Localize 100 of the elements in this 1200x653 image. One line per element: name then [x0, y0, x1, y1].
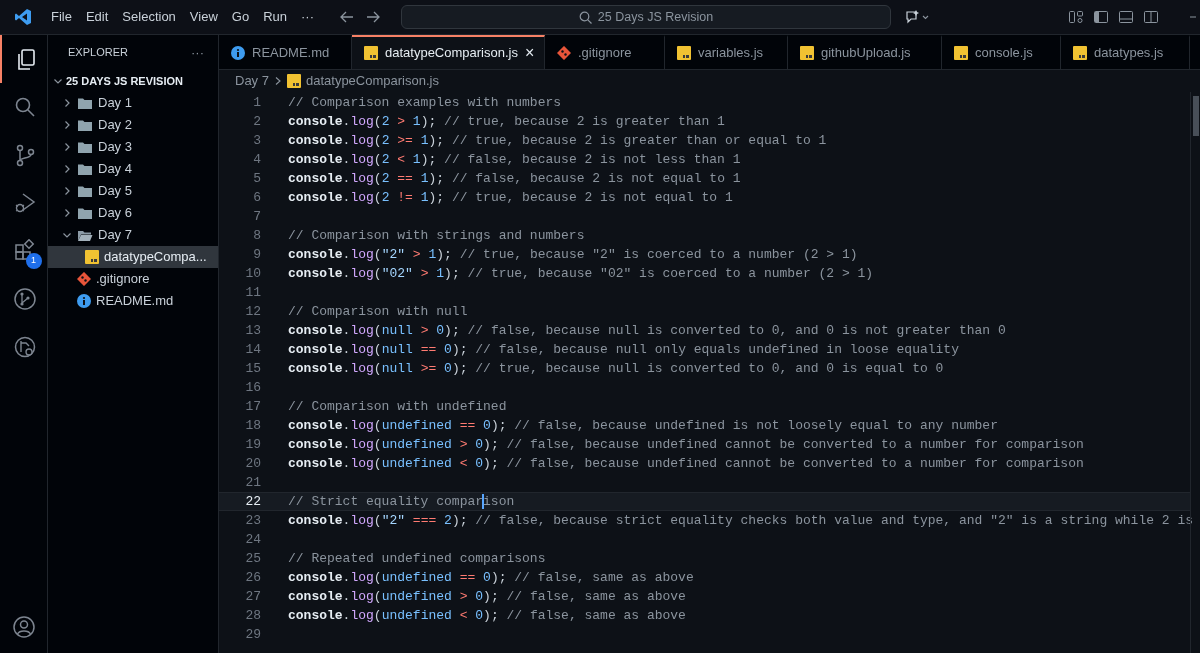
menu-item[interactable]: Go: [224, 5, 257, 29]
toggle-secondary-sidebar-icon[interactable]: [1143, 9, 1159, 25]
menu-item[interactable]: View: [182, 5, 225, 29]
line-number: 13: [244, 321, 261, 340]
menu-item[interactable]: Edit: [78, 5, 116, 29]
tree-item[interactable]: Day 2: [48, 114, 218, 136]
line-number: 1: [252, 93, 261, 112]
close-tab-button[interactable]: ×: [524, 45, 535, 61]
info-icon: [77, 294, 91, 308]
app-logo-icon: [14, 8, 32, 26]
folder-icon: [77, 206, 93, 220]
code-line: // Strict equality comparison: [288, 493, 515, 511]
toggle-sidebar-icon[interactable]: [1093, 9, 1109, 25]
chevron-right-icon: [62, 142, 72, 152]
line-number: 4: [252, 150, 261, 169]
code-line: console.log(undefined < 0); // false, because undefined cannot be converted to a number for comparison: [288, 455, 1084, 473]
line-number: 2: [252, 112, 261, 131]
code-line: console.log(2 < 1); // false, because 2 is not less than 1: [288, 151, 741, 169]
js-file-icon: [85, 250, 99, 264]
tree-item[interactable]: Day 3: [48, 136, 218, 158]
line-number: 26: [244, 568, 261, 587]
back-arrow-icon[interactable]: [339, 9, 355, 25]
code-line: // Comparison with strings and numbers: [288, 227, 585, 245]
code-line: console.log(undefined > 0); // false, because undefined cannot be converted to a number for comparison: [288, 436, 1084, 454]
js-file-icon: [1073, 46, 1087, 60]
more-actions-button[interactable]: ···: [191, 42, 204, 63]
line-number: 27: [244, 587, 261, 606]
code-line: console.log(undefined == 0); // false, same as above: [288, 569, 694, 587]
git-icon: [557, 46, 571, 60]
tree-item[interactable]: Day 5: [48, 180, 218, 202]
tree-item[interactable]: Day 7: [48, 224, 218, 246]
extensions-icon[interactable]: [12, 239, 37, 263]
line-number: 25: [244, 549, 261, 568]
code-line: console.log("2" > 1); // true, because "2" is coerced to a number (2 > 1): [288, 246, 858, 264]
command-center-field[interactable]: 25 Days JS Revision: [401, 5, 891, 29]
folder-icon: [77, 96, 93, 110]
folder-icon: [77, 162, 93, 176]
layout-icon[interactable]: [1068, 9, 1084, 25]
js-file-icon: [954, 46, 968, 60]
menu-item[interactable]: Run: [256, 5, 294, 29]
tree-item[interactable]: README.md: [48, 290, 218, 312]
code-line: console.log(undefined < 0); // false, same as above: [288, 607, 686, 625]
count-badge: 1: [25, 253, 42, 269]
js-file-icon: [800, 46, 814, 60]
line-number: 28: [244, 606, 261, 625]
menu-item[interactable]: ···: [294, 5, 321, 29]
scrollbar-thumb[interactable]: [1192, 96, 1199, 136]
tree-item[interactable]: Day 6: [48, 202, 218, 224]
code-line: console.log("02" > 1); // true, because "02" is coerced to a number (2 > 1): [288, 265, 874, 283]
line-number: 6: [252, 188, 261, 207]
folder-icon: [77, 140, 93, 154]
chevron-right-icon: [273, 76, 282, 86]
js-file-icon: [364, 46, 378, 60]
tree-item[interactable]: datatypeCompa...: [48, 246, 218, 268]
line-number: 10: [244, 264, 261, 283]
line-number: 14: [244, 340, 261, 359]
breadcrumb-item[interactable]: datatypeComparison.js: [305, 71, 439, 91]
line-number: 9: [252, 245, 261, 264]
folder-icon: [77, 118, 93, 132]
branch-circle-icon[interactable]: [12, 287, 37, 311]
js-file-icon: [286, 74, 301, 88]
folder-icon: [77, 184, 93, 198]
explorer-title: EXPLORER: [68, 45, 128, 61]
editor-tab[interactable]: datatypeComparison.js ×: [352, 35, 545, 69]
code-line: console.log(null == 0); // false, because null only equals undefined in loose equality: [288, 341, 959, 359]
breadcrumb-item[interactable]: Day 7: [235, 71, 269, 91]
line-number: 18: [244, 416, 261, 435]
code-line: // Comparison examples with numbers: [288, 94, 562, 112]
code-line: console.log(2 != 1); // true, because 2 is not equal to 1: [288, 189, 733, 207]
code-line: // Comparison with null: [288, 303, 468, 321]
line-number: 12: [244, 302, 261, 321]
section-header[interactable]: 25 DAYS JS REVISION: [48, 70, 218, 92]
tree-item[interactable]: .gitignore: [48, 268, 218, 290]
code-line: console.log(null >= 0); // true, because null is converted to 0, and 0 is equal to 0: [288, 360, 944, 378]
chevron-right-icon: [62, 208, 72, 218]
search-icon: [578, 10, 592, 24]
forward-arrow-icon[interactable]: [365, 9, 381, 25]
menu-item[interactable]: File: [44, 5, 79, 29]
chat-sparkle-icon[interactable]: [905, 9, 931, 25]
tree-item[interactable]: Day 1: [48, 92, 218, 114]
code-line: // Repeated undefined comparisons: [288, 550, 546, 568]
line-number: 17: [244, 397, 261, 416]
line-number: 7: [252, 207, 261, 226]
toggle-panel-icon[interactable]: [1118, 9, 1134, 25]
chevron-right-icon: [62, 98, 72, 108]
remote-icon[interactable]: [12, 335, 37, 359]
code-line: console.log(2 == 1); // false, because 2 is not equal to 1: [288, 170, 741, 188]
js-file-icon: [677, 46, 691, 60]
chevron-right-icon: [62, 164, 72, 174]
chevron-down-icon: [62, 230, 72, 240]
line-number: 8: [252, 226, 261, 245]
menu-item[interactable]: Selection: [115, 5, 183, 29]
line-number: 19: [244, 435, 261, 454]
line-number: 3: [252, 131, 261, 150]
line-number: 24: [244, 530, 261, 549]
open-folder-icon: [77, 228, 93, 242]
chevron-right-icon: [62, 120, 72, 130]
tree-item[interactable]: Day 4: [48, 158, 218, 180]
account-icon[interactable]: [11, 615, 36, 639]
code-line: console.log(null > 0); // false, because null is converted to 0, and 0 is not greater than 0: [288, 322, 1006, 340]
